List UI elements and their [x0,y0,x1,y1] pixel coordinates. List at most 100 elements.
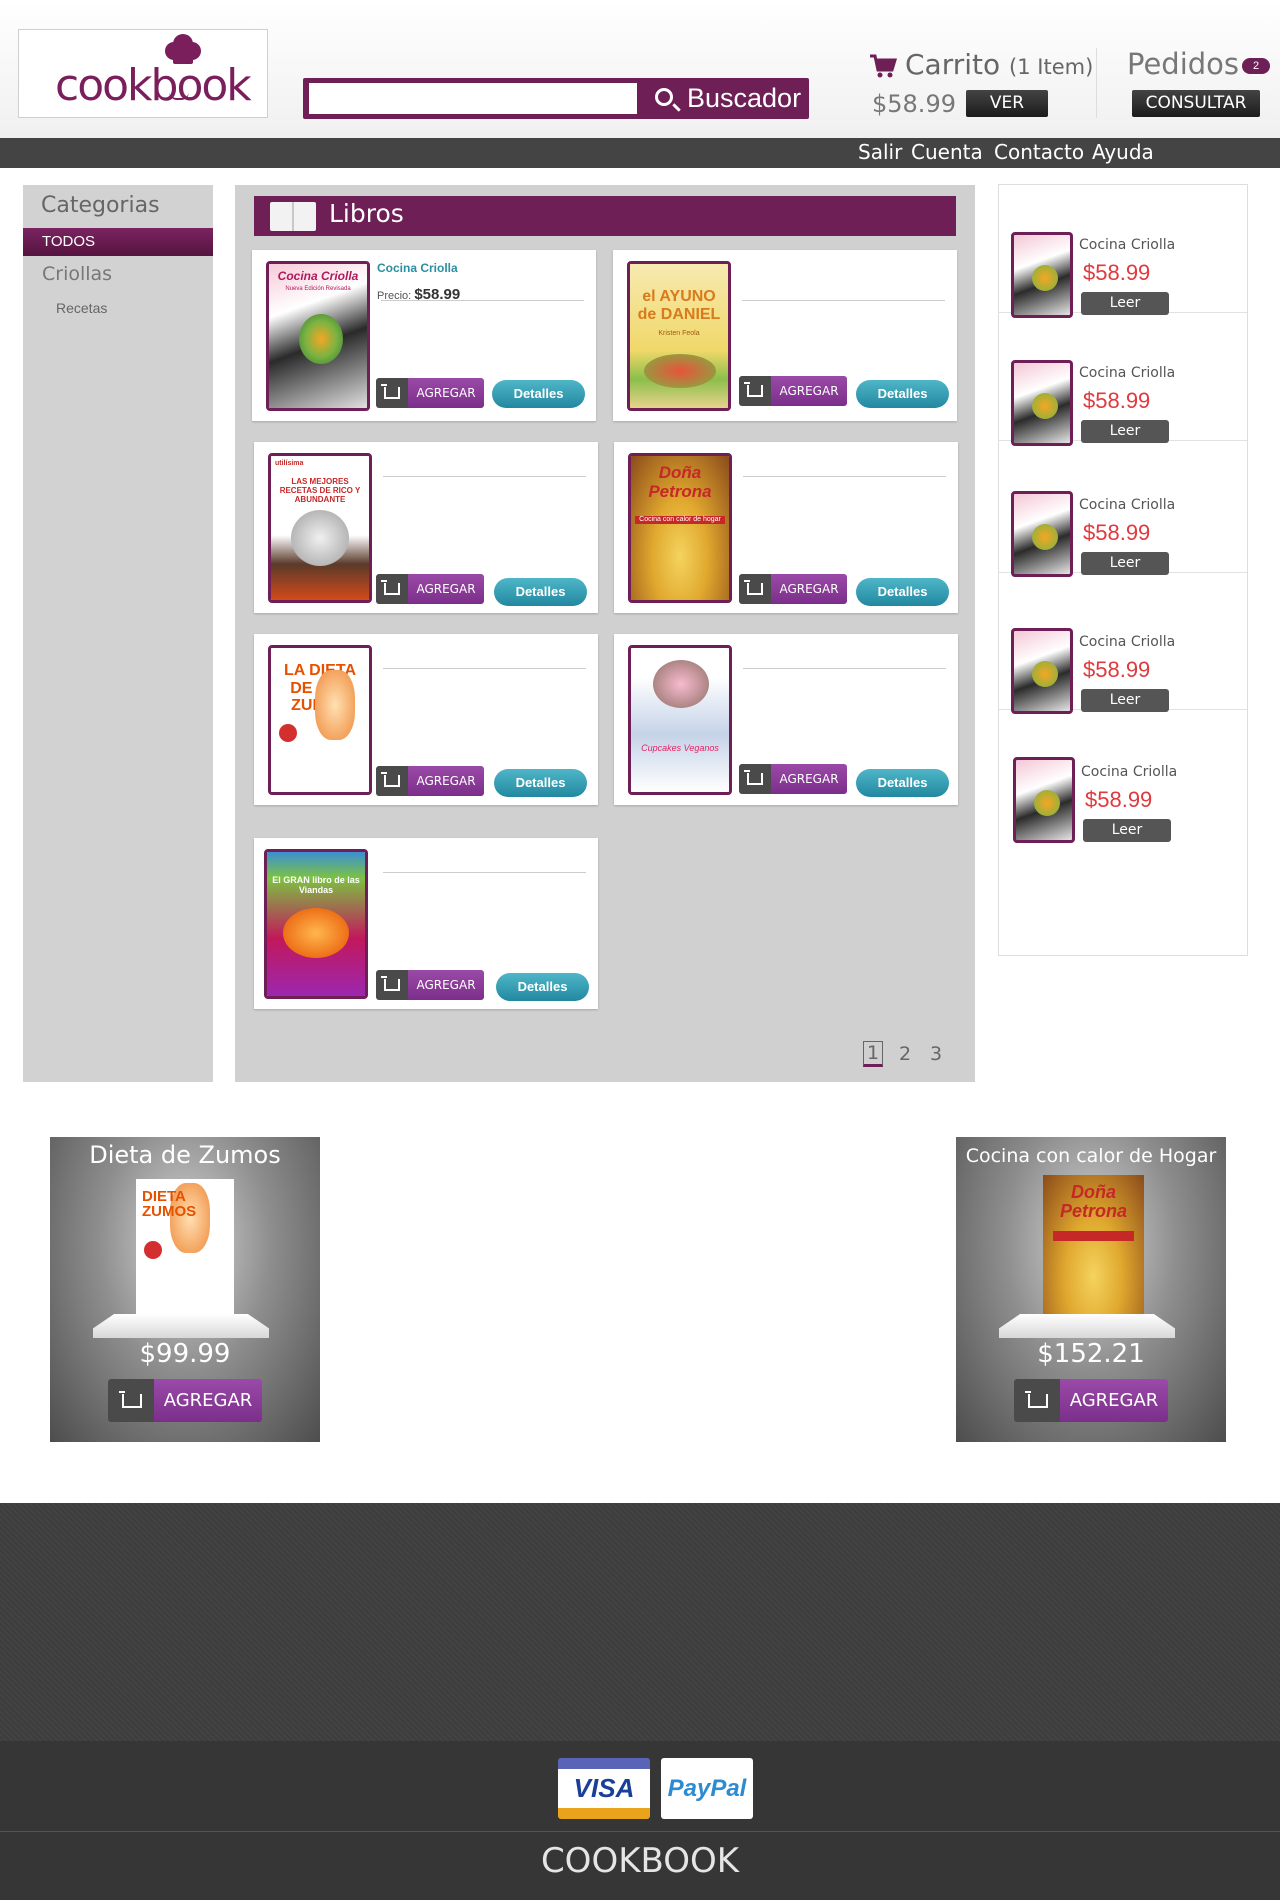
book-thumbnail[interactable] [1013,757,1075,843]
search-button[interactable]: Buscador [643,78,809,119]
footer-brand: COOKBOOK [540,1841,740,1881]
divider [383,668,586,669]
add-to-cart-button[interactable]: AGREGAR [739,574,847,604]
sidebar-item-criollas[interactable]: Criollas [42,263,112,285]
list-item: Cocina Criolla $58.99 Leer [999,313,1247,446]
promo-price: $152.21 [1037,1339,1145,1369]
book-cover[interactable]: Cocina Criolla Nueva Edición Revisada [266,261,370,411]
read-button[interactable]: Leer [1081,689,1169,712]
cover-subtitle: Nueva Edición Revisada [285,286,351,292]
list-item: Cocina Criolla $58.99 Leer [999,185,1247,318]
search-input[interactable] [309,83,637,114]
book-cover[interactable]: Doña Petrona Cocina con calor de hogar [628,453,732,603]
add-to-cart-button[interactable]: AGREGAR [1014,1379,1168,1422]
search-bar: Buscador [303,78,809,119]
add-to-cart-button[interactable]: AGREGAR [739,376,847,406]
section-title: Libros [329,199,404,228]
book-thumbnail[interactable] [1011,360,1073,446]
nav-account[interactable]: Cuenta [911,140,983,164]
promo-price: $99.99 [139,1339,231,1369]
page-3[interactable]: 3 [930,1043,942,1065]
view-cart-button[interactable]: VER [966,90,1048,117]
add-to-cart-button[interactable]: AGREGAR [376,970,484,1000]
details-button[interactable]: Detalles [856,578,949,606]
logo-text: cookbook [55,60,252,111]
cover-title: Doña Petrona [648,463,712,501]
item-price: $58.99 [1083,520,1151,545]
open-book-icon [270,202,316,231]
book-thumbnail[interactable] [1011,628,1073,714]
add-to-cart-button[interactable]: AGREGAR [376,378,484,408]
nav-contact[interactable]: Contacto [994,140,1084,164]
product-card: el AYUNO de DANIEL Kristen Feola AGREGAR… [613,250,957,421]
item-title: Cocina Criolla [1079,237,1176,253]
read-button[interactable]: Leer [1081,292,1169,315]
divider [743,668,946,669]
item-price: $58.99 [1083,657,1151,682]
book-thumbnail[interactable] [1011,232,1073,318]
sidebar-subitem-recetas[interactable]: Recetas [56,300,107,316]
cart-icon [744,770,763,785]
add-label: AGREGAR [1060,1379,1168,1422]
sidebar-item-todos[interactable]: TODOS [23,228,213,256]
cart-icon[interactable] [868,50,898,80]
add-to-cart-button[interactable]: AGREGAR [376,574,484,604]
cart-icon [381,772,400,787]
add-to-cart-button[interactable]: AGREGAR [739,764,847,794]
book-cover[interactable]: utilísima LAS MEJORES RECETAS DE RICO Y … [268,453,372,603]
page-2[interactable]: 2 [899,1043,911,1065]
top-nav: Salir Cuenta Contacto Ayuda [0,138,1280,168]
book-cover[interactable]: el AYUNO de DANIEL Kristen Feola [627,261,731,411]
item-price: $58.99 [1083,388,1151,413]
display-shelf [999,1314,1175,1338]
book-thumbnail[interactable] [1011,491,1073,577]
category-sidebar: Categorias TODOS Criollas Recetas [23,185,213,1082]
add-label: AGREGAR [408,970,484,1000]
logo[interactable]: cookbook [18,29,268,118]
details-button[interactable]: Detalles [494,769,587,797]
book-cover[interactable]: El GRAN libro de las Viandas [264,849,368,999]
add-label: AGREGAR [771,376,847,406]
list-item: Cocina Criolla $58.99 Leer [999,441,1247,577]
nav-help[interactable]: Ayuda [1092,140,1154,164]
read-button[interactable]: Leer [1081,552,1169,575]
cover-title: El GRAN libro de las Viandas [272,875,360,895]
item-price: $58.99 [1085,787,1153,812]
details-button[interactable]: Detalles [856,769,949,797]
cart-icon [744,382,763,397]
promo-card: Cocina con calor de Hogar Doña Petrona $1… [956,1137,1226,1442]
add-label: AGREGAR [408,574,484,604]
details-button[interactable]: Detalles [496,973,589,1001]
add-to-cart-button[interactable]: AGREGAR [108,1379,262,1422]
paypal-logo: PayPal [661,1758,753,1819]
product-card: Cupcakes Veganos AGREGAR Detalles [614,634,958,805]
details-button[interactable]: Detalles [856,380,949,408]
read-button[interactable]: Leer [1081,420,1169,443]
book-cover[interactable]: Cupcakes Veganos [628,645,732,795]
divider [381,300,584,301]
add-to-cart-button[interactable]: AGREGAR [376,766,484,796]
item-price: $58.99 [1083,260,1151,285]
book-cover[interactable]: LA DIETA DE LOS ZUMOS [268,645,372,795]
details-button[interactable]: Detalles [492,380,585,408]
cover-subtitle: utilísima [275,460,304,467]
promo-book-cover[interactable]: Doña Petrona [1043,1175,1144,1320]
product-card: El GRAN libro de las Viandas AGREGAR Det… [254,838,598,1009]
product-card: Doña Petrona Cocina con calor de hogar A… [614,442,958,613]
footer-panel [0,1503,1280,1741]
details-button[interactable]: Detalles [494,578,587,606]
divider [742,300,945,301]
nav-logout[interactable]: Salir [858,140,902,164]
page-1[interactable]: 1 [863,1041,884,1067]
item-title: Cocina Criolla [1079,634,1176,650]
orders-title: Pedidos [1127,47,1240,81]
cart-title: Carrito (1 Item) [905,48,1093,81]
promo-book-cover[interactable]: DIETA ZUMOS [136,1179,234,1319]
consult-orders-button[interactable]: CONSULTAR [1132,90,1260,117]
product-title[interactable]: Cocina Criolla [377,261,458,275]
cover-title: Cupcakes Veganos [641,743,719,753]
read-button[interactable]: Leer [1083,819,1171,842]
item-title: Cocina Criolla [1079,497,1176,513]
add-label: AGREGAR [771,574,847,604]
display-shelf [93,1314,269,1338]
